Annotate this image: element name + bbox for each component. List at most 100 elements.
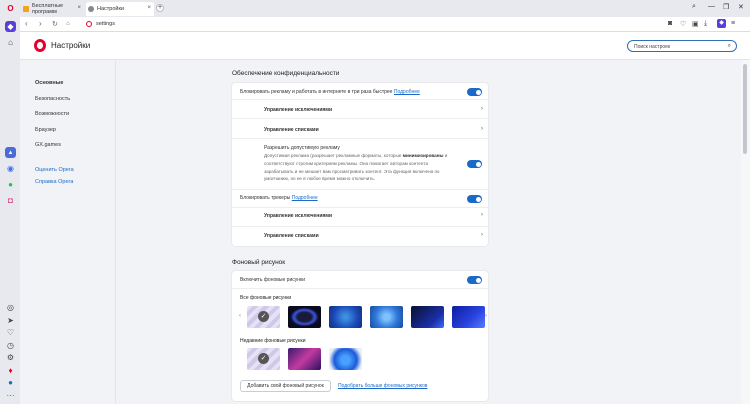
send-icon[interactable]: ➤ [5, 315, 16, 326]
aria-icon[interactable]: ◆ [5, 21, 16, 32]
chevron-right-icon: › [481, 212, 483, 218]
adblock-exceptions-row[interactable]: Управление исключениями › [232, 100, 488, 119]
privacy-section-title: Обеспечение конфиденциальности [232, 70, 340, 77]
player-icon[interactable]: ◎ [5, 302, 16, 313]
opera-sidebar: O ◆ ⌂ ▲ ◉ ● ◘ ◎ ➤ ♡ ◷ ⚙ ♦ ● ··· [0, 0, 20, 404]
wallpaper-thumb[interactable]: ✓ [247, 306, 280, 328]
back-icon[interactable]: ‹ [25, 19, 28, 28]
settings-icon[interactable]: ⚙ [5, 352, 16, 363]
nav-item-browser[interactable]: Браузер [35, 127, 56, 133]
acceptable-ads-row: Разрешить допустимую рекламу Допустимая … [232, 139, 488, 190]
close-tab-icon[interactable]: × [147, 5, 151, 11]
tab-label: Настройки [97, 6, 124, 12]
adblock-toggle[interactable] [467, 88, 482, 96]
opera-logo-icon [86, 21, 92, 27]
chevron-right-icon: › [481, 126, 483, 132]
wallpaper-toggle[interactable] [467, 276, 482, 284]
account-icon[interactable]: ● [5, 377, 16, 388]
close-window-button[interactable]: ✕ [738, 3, 744, 11]
recent-wallpaper-thumb[interactable] [288, 348, 321, 370]
address-bar: ‹ › ↻ ⌂ settings ◙ ♡ ▣ ⤓ ◆ ≡ [20, 17, 750, 32]
menu-icon[interactable]: ≡ [731, 20, 735, 27]
tracker-exceptions-row[interactable]: Управление исключениями › [232, 208, 488, 227]
wallpaper-thumb[interactable] [329, 306, 362, 328]
manage-lists-label: Управление списками [264, 233, 319, 239]
app-icon[interactable]: ▲ [5, 147, 16, 158]
wallpaper-thumb[interactable] [411, 306, 444, 328]
nav-item-gxgames[interactable]: GX.games [35, 142, 61, 148]
wallet-icon[interactable]: ▣ [692, 20, 699, 28]
minimize-button[interactable]: — [708, 3, 715, 10]
download-icon[interactable]: ⤓ [704, 20, 707, 28]
opera-menu-icon[interactable]: O [5, 3, 16, 14]
new-tab-button[interactable]: + [156, 4, 164, 12]
adblock-lists-row[interactable]: Управление списками › [232, 119, 488, 139]
tab-settings[interactable]: Настройки × [86, 2, 154, 16]
recent-wallpaper-thumb[interactable]: ✓ [247, 348, 280, 370]
check-icon: ✓ [258, 353, 269, 364]
heart-icon[interactable]: ♡ [5, 327, 16, 338]
url-text: settings [96, 21, 115, 27]
settings-header: Настройки Поиск настроек ⌕ [20, 32, 750, 60]
search-placeholder: Поиск настроек [634, 44, 671, 50]
extensions-icon[interactable]: ◆ [717, 19, 726, 28]
rate-opera-link[interactable]: Оценить Opera [35, 167, 74, 173]
wallpaper-enable-row: Включить фоновые рисунки [232, 271, 488, 289]
nav-item-security[interactable]: Безопасность [35, 96, 70, 102]
chevron-right-icon: › [481, 106, 483, 112]
forward-icon[interactable]: › [39, 19, 42, 28]
more-icon[interactable]: ··· [5, 390, 16, 401]
camera-icon[interactable]: ◙ [668, 20, 672, 27]
adblock-label: Блокировать рекламу и работать в интерне… [240, 89, 420, 95]
acceptable-ads-description: Допустимая реклама (разрешает рекламные … [264, 153, 448, 182]
chevron-left-icon[interactable]: ‹ [239, 313, 241, 319]
recent-wallpapers-label: Недавние фоновые рисунки [240, 338, 306, 344]
speed-dial-icon[interactable]: ⌂ [66, 21, 70, 27]
manage-exceptions-label: Управление исключениями [264, 213, 333, 219]
adblock-more-link[interactable]: Подробнее [394, 89, 420, 95]
site-favicon-icon [23, 6, 29, 12]
wallpaper-card: Включить фоновые рисунки Все фоновые рис… [232, 271, 488, 401]
tab-bar: Бесплатные программ × Настройки × + ⌕ — ❐ … [0, 0, 750, 17]
pin-icon[interactable]: ♦ [5, 365, 16, 376]
search-tabs-icon[interactable]: ⌕ [692, 3, 696, 11]
trackers-toggle[interactable] [467, 195, 482, 203]
scrollbar-thumb[interactable] [743, 64, 747, 154]
nav-item-basic[interactable]: Основные [35, 80, 63, 86]
chevron-right-icon: › [481, 232, 483, 238]
check-icon: ✓ [258, 311, 269, 322]
acceptable-ads-toggle[interactable] [467, 160, 482, 168]
tab-freeware[interactable]: Бесплатные программ × [21, 2, 84, 16]
whatsapp-icon[interactable]: ● [5, 179, 16, 190]
instagram-icon[interactable]: ◘ [5, 195, 16, 206]
trackers-more-link[interactable]: Подробнее [292, 195, 318, 201]
settings-nav: Основные Безопасность Возможности Браузе… [20, 60, 116, 404]
add-wallpaper-button[interactable]: Добавить свой фоновый рисунок [240, 380, 331, 392]
adblock-row: Блокировать рекламу и работать в интерне… [232, 83, 488, 100]
tracker-lists-row[interactable]: Управление списками › [232, 227, 488, 246]
wallpaper-enable-label: Включить фоновые рисунки [240, 277, 305, 283]
settings-search-input[interactable]: Поиск настроек ⌕ [627, 40, 737, 52]
tab-label: Бесплатные программ [32, 3, 64, 15]
manage-lists-label: Управление списками [264, 127, 319, 133]
bookmark-icon[interactable]: ♡ [680, 20, 686, 28]
restore-button[interactable]: ❐ [723, 3, 729, 11]
wallpaper-section-title: Фоновый рисунок [232, 259, 286, 266]
close-tab-icon[interactable]: × [77, 5, 81, 11]
messenger-icon[interactable]: ◉ [5, 163, 16, 174]
history-icon[interactable]: ◷ [5, 340, 16, 351]
opera-help-link[interactable]: Справка Opera [35, 179, 73, 185]
chevron-right-icon[interactable]: › [485, 313, 487, 319]
reload-icon[interactable]: ↻ [52, 20, 58, 28]
recent-wallpaper-thumb[interactable] [329, 348, 362, 370]
wallpaper-thumb[interactable] [452, 306, 485, 328]
more-wallpapers-link[interactable]: Подобрать больше фоновых рисунков [338, 383, 427, 389]
page-title: Настройки [51, 41, 91, 50]
settings-main: Обеспечение конфиденциальности Блокирова… [116, 60, 740, 404]
nav-item-features[interactable]: Возможности [35, 111, 69, 117]
home-icon[interactable]: ⌂ [5, 37, 16, 48]
wallpaper-thumb[interactable] [370, 306, 403, 328]
wallpaper-thumb[interactable] [288, 306, 321, 328]
url-field[interactable]: settings [86, 21, 115, 27]
scrollbar[interactable] [741, 60, 750, 404]
